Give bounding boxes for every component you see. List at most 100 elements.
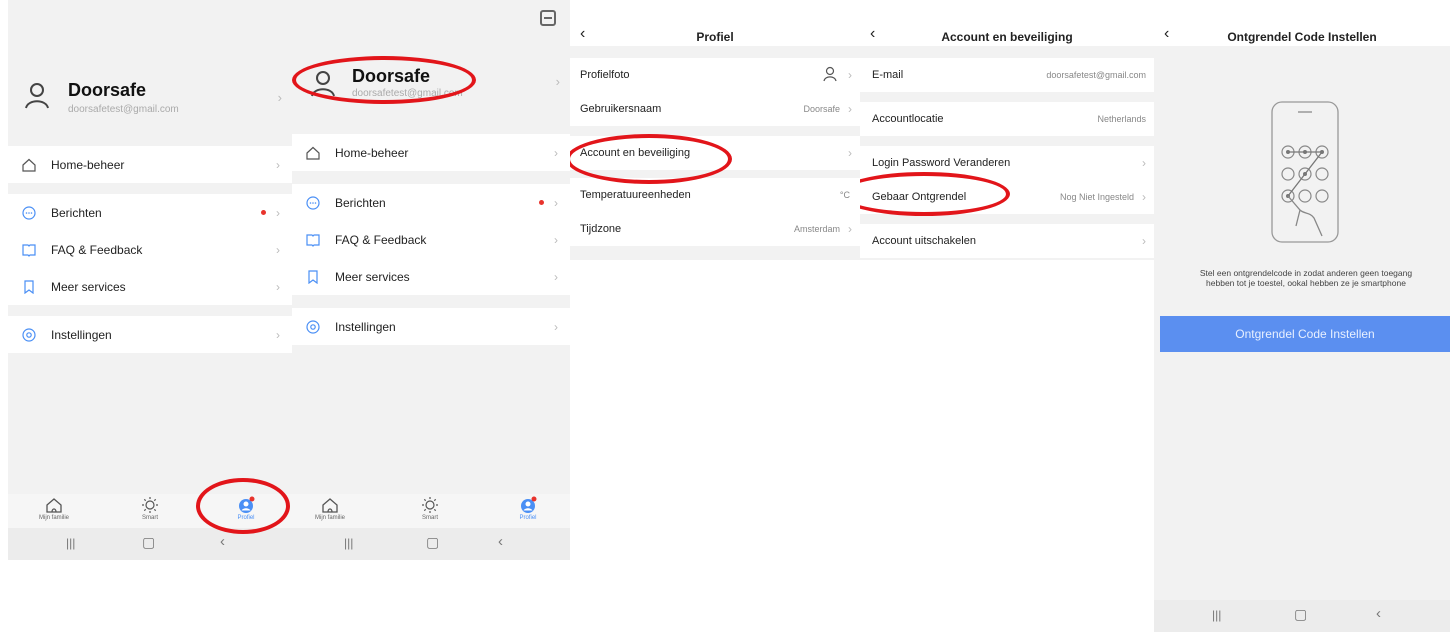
chevron-right-icon: › bbox=[1142, 234, 1146, 248]
system-nav-bar: ||| ▢ ‹ bbox=[1154, 600, 1450, 632]
sun-icon bbox=[422, 497, 438, 513]
settings-icon bbox=[22, 327, 36, 342]
row-email[interactable]: E-mail doorsafetest@gmail.com bbox=[860, 58, 1154, 92]
home-button-icon[interactable]: ▢ bbox=[1294, 606, 1307, 623]
message-icon bbox=[306, 195, 320, 210]
row-value: °C bbox=[839, 190, 850, 200]
menu-item-label: Instellingen bbox=[51, 327, 112, 342]
menu-item-faq-feedback[interactable]: FAQ & Feedback › bbox=[292, 221, 570, 258]
house-icon bbox=[322, 498, 338, 513]
screen-profile-menu-highlight: Doorsafe doorsafetest@gmail.com › Home-b… bbox=[292, 0, 570, 560]
menu-item-label: FAQ & Feedback bbox=[51, 242, 143, 257]
back-nav-icon[interactable]: ‹ bbox=[498, 533, 503, 550]
avatar-icon bbox=[25, 83, 49, 109]
row-label: Profielfoto bbox=[580, 69, 630, 81]
pattern-lock-illustration bbox=[1271, 101, 1339, 243]
settings-icon bbox=[306, 319, 320, 334]
home-button-icon[interactable]: ▢ bbox=[426, 534, 439, 551]
menu-item-berichten[interactable]: Berichten › bbox=[8, 194, 292, 231]
menu-item-faq-feedback[interactable]: FAQ & Feedback › bbox=[8, 231, 292, 268]
back-nav-icon[interactable]: ‹ bbox=[220, 533, 225, 550]
row-label: Gebruikersnaam bbox=[580, 103, 662, 115]
row-value: doorsafetest@gmail.com bbox=[1046, 70, 1146, 80]
chevron-right-icon: › bbox=[554, 145, 558, 160]
row-profielfoto[interactable]: Profielfoto › bbox=[570, 58, 860, 92]
chevron-right-icon: › bbox=[276, 242, 280, 257]
chevron-right-icon: › bbox=[1142, 190, 1146, 204]
recent-apps-icon[interactable]: ||| bbox=[1212, 608, 1221, 622]
book-icon bbox=[306, 233, 320, 247]
row-value: Netherlands bbox=[1097, 114, 1146, 124]
message-icon bbox=[22, 205, 36, 220]
row-gebruikersnaam[interactable]: Gebruikersnaam Doorsafe › bbox=[570, 92, 860, 126]
menu-group-info: Berichten › FAQ & Feedback › Meer servic… bbox=[292, 184, 570, 295]
bookmark-icon bbox=[24, 279, 34, 294]
tab-label: Mijn familie bbox=[38, 515, 69, 521]
chevron-right-icon: › bbox=[555, 74, 560, 89]
tab-mijn-familie[interactable]: Mijn familie bbox=[300, 496, 360, 521]
tab-label: Smart bbox=[421, 515, 438, 521]
recent-apps-icon[interactable]: ||| bbox=[66, 536, 75, 550]
bottom-tab-bar: Mijn familie Smart Profiel bbox=[292, 494, 570, 528]
screen-account-beveiliging: ‹ Account en beveiliging E-mail doorsafe… bbox=[860, 0, 1154, 260]
tab-mijn-familie[interactable]: Mijn familie bbox=[24, 496, 84, 521]
avatar-icon bbox=[823, 66, 837, 82]
row-value: Doorsafe bbox=[803, 104, 840, 114]
screen-profiel: ‹ Profiel Profielfoto › Gebruikersnaam D… bbox=[570, 0, 860, 260]
notification-dot bbox=[539, 200, 544, 205]
menu-item-berichten[interactable]: Berichten › bbox=[292, 184, 570, 221]
notification-dot bbox=[261, 210, 266, 215]
row-accountlocatie[interactable]: Accountlocatie Netherlands bbox=[860, 102, 1154, 136]
profile-email: doorsafetest@gmail.com bbox=[68, 104, 179, 115]
menu-item-meer-services[interactable]: Meer services › bbox=[8, 268, 292, 305]
tab-smart[interactable]: Smart bbox=[400, 496, 460, 521]
row-value: Amsterdam bbox=[793, 224, 840, 234]
tab-label: Profiel bbox=[519, 515, 537, 521]
home-icon bbox=[306, 146, 320, 160]
highlight-circle bbox=[196, 478, 290, 534]
menu-item-instellingen[interactable]: Instellingen › bbox=[8, 316, 292, 353]
profile-name: Doorsafe bbox=[68, 80, 147, 100]
recent-apps-icon[interactable]: ||| bbox=[344, 536, 353, 550]
set-unlock-code-button[interactable]: Ontgrendel Code Instellen bbox=[1160, 316, 1450, 352]
chevron-right-icon: › bbox=[277, 90, 282, 105]
page-title: Account en beveiliging bbox=[941, 30, 1073, 44]
row-label: Tijdzone bbox=[580, 223, 622, 235]
chevron-right-icon: › bbox=[848, 146, 852, 160]
home-button-icon[interactable]: ▢ bbox=[142, 534, 155, 551]
chevron-right-icon: › bbox=[276, 205, 280, 220]
chevron-right-icon: › bbox=[554, 319, 558, 334]
tab-smart[interactable]: Smart bbox=[120, 496, 180, 521]
hint-line: hebben tot je toestel, ookal hebben ze j… bbox=[1206, 278, 1406, 288]
menu-item-label: FAQ & Feedback bbox=[335, 232, 427, 247]
row-temperatuureenheden[interactable]: Temperatuureenheden °C bbox=[570, 178, 860, 212]
menu-item-meer-services[interactable]: Meer services › bbox=[292, 258, 570, 295]
scan-icon[interactable] bbox=[540, 10, 556, 26]
chevron-right-icon: › bbox=[848, 102, 852, 116]
menu-item-label: Meer services bbox=[51, 279, 126, 294]
screen-profile-menu: Doorsafe doorsafetest@gmail.com › Home-b… bbox=[8, 0, 292, 560]
menu-group-home: Home-beheer › bbox=[292, 134, 570, 171]
chevron-right-icon: › bbox=[848, 68, 852, 82]
hint-line: Stel een ontgrendelcode in zodat anderen… bbox=[1199, 268, 1413, 278]
row-tijdzone[interactable]: Tijdzone Amsterdam › bbox=[570, 212, 860, 246]
menu-item-label: Meer services bbox=[335, 269, 410, 284]
row-label: E-mail bbox=[872, 69, 904, 81]
book-icon bbox=[22, 243, 36, 257]
menu-item-home-beheer[interactable]: Home-beheer › bbox=[8, 146, 292, 183]
chevron-right-icon: › bbox=[554, 195, 558, 210]
highlight-circle bbox=[292, 56, 476, 104]
screen-ontgrendel-code: ‹ Ontgrendel Code Instellen Stel een ont… bbox=[1154, 0, 1450, 632]
settings-list: E-mail doorsafetest@gmail.com Accountloc… bbox=[860, 58, 1154, 258]
menu-item-home-beheer[interactable]: Home-beheer › bbox=[292, 134, 570, 171]
top-bar: ‹ Ontgrendel Code Instellen bbox=[1154, 0, 1450, 46]
hint-text: Stel een ontgrendelcode in zodat anderen… bbox=[1170, 268, 1442, 288]
back-nav-icon[interactable]: ‹ bbox=[1376, 605, 1381, 622]
home-icon bbox=[22, 158, 36, 172]
chevron-right-icon: › bbox=[276, 157, 280, 172]
tab-profiel[interactable]: Profiel bbox=[498, 496, 558, 521]
menu-item-instellingen[interactable]: Instellingen › bbox=[292, 308, 570, 345]
profile-card[interactable]: Doorsafe doorsafetest@gmail.com › bbox=[8, 58, 292, 138]
row-account-uitschakelen[interactable]: Account uitschakelen › bbox=[860, 224, 1154, 258]
menu-item-label: Berichten bbox=[51, 205, 102, 220]
